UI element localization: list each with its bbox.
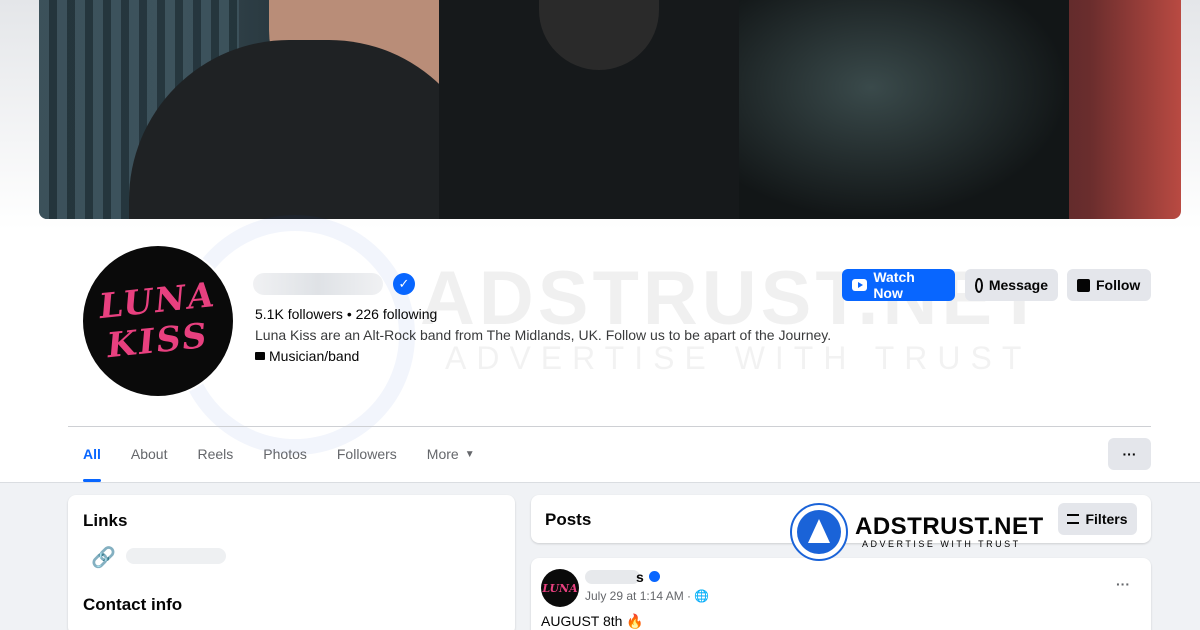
tab-reels[interactable]: Reels xyxy=(182,426,248,482)
filters-button[interactable]: Filters xyxy=(1058,503,1137,535)
follow-button[interactable]: Follow xyxy=(1067,269,1151,301)
profile-tabs: All About Reels Photos Followers More ▼ xyxy=(68,426,490,482)
play-icon xyxy=(852,279,868,291)
follow-label: Follow xyxy=(1096,277,1141,293)
filters-icon xyxy=(1067,514,1080,524)
cover-photo[interactable] xyxy=(39,0,1181,219)
profile-name-redacted xyxy=(253,273,383,295)
link-redacted[interactable] xyxy=(126,548,226,564)
post-author-name-tail[interactable]: s xyxy=(636,569,644,585)
adstrust-badge-title: ADSTRUST.NET xyxy=(855,513,1044,540)
post-avatar-logo: LUNA xyxy=(542,581,578,595)
posts-title: Posts xyxy=(545,510,592,529)
post-timestamp[interactable]: July 29 at 1:14 AM · 🌐 xyxy=(585,589,709,603)
post-text-body: AUGUST 8th xyxy=(541,613,623,629)
tab-followers[interactable]: Followers xyxy=(322,426,412,482)
post-author-avatar[interactable]: LUNA xyxy=(541,569,579,607)
tab-about[interactable]: About xyxy=(116,426,183,482)
tab-all[interactable]: All xyxy=(68,426,116,482)
message-label: Message xyxy=(988,277,1048,293)
adstrust-badge-subtitle: ADVERTISE WITH TRUST xyxy=(862,539,1021,549)
tab-more-label: More xyxy=(426,446,459,462)
watch-now-button[interactable]: Watch Now xyxy=(842,269,955,301)
post-verified-icon xyxy=(649,571,660,582)
follow-icon xyxy=(1077,278,1090,292)
verified-badge-icon: ✓ xyxy=(393,273,415,295)
messenger-icon xyxy=(975,277,983,293)
briefcase-icon xyxy=(255,352,265,360)
filters-label: Filters xyxy=(1085,511,1128,527)
profile-bio: Luna Kiss are an Alt-Rock band from The … xyxy=(255,327,832,343)
profile-category: Musician/band xyxy=(255,348,359,364)
contact-info-title: Contact info xyxy=(83,595,183,614)
adstrust-logo-mark xyxy=(797,510,841,554)
message-button[interactable]: Message xyxy=(965,269,1058,301)
watch-now-label: Watch Now xyxy=(873,269,915,301)
chevron-down-icon: ▼ xyxy=(464,448,475,460)
profile-options-button[interactable]: ··· xyxy=(1108,438,1151,470)
links-title: Links xyxy=(83,511,128,530)
profile-avatar[interactable]: LUNA KISS xyxy=(81,244,235,398)
tab-photos[interactable]: Photos xyxy=(248,426,322,482)
profile-name-row: ✓ xyxy=(253,271,415,297)
tab-more[interactable]: More ▼ xyxy=(412,426,490,482)
follower-stats[interactable]: 5.1K followers • 226 following xyxy=(255,306,437,322)
cover-person-right xyxy=(739,0,1069,219)
post-author-redacted[interactable] xyxy=(585,570,640,584)
link-icon: 🔗 xyxy=(91,547,116,569)
category-label: Musician/band xyxy=(269,348,360,364)
post-menu-button[interactable]: ··· xyxy=(1116,576,1130,592)
watermark-subtitle: ADVERTISE WITH TRUST xyxy=(445,340,1032,376)
post-text: AUGUST 8th 🔥 xyxy=(541,613,644,630)
adstrust-logo-icon xyxy=(790,503,848,561)
fire-emoji-icon: 🔥 xyxy=(626,613,644,629)
